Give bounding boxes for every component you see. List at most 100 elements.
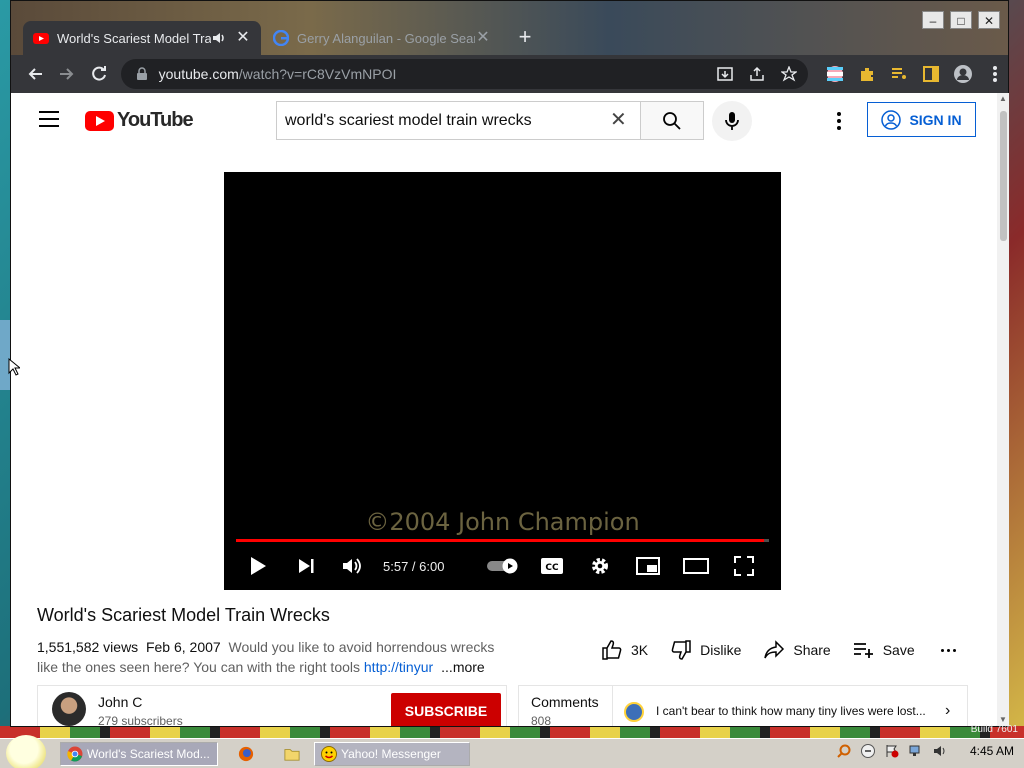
desktop-art-strip (0, 726, 1024, 738)
share-icon[interactable] (746, 63, 768, 85)
share-button[interactable]: Share (763, 640, 831, 660)
description-link[interactable]: http://tinyur (364, 659, 433, 675)
system-clock[interactable]: 4:45 AM (970, 744, 1014, 758)
autoplay-toggle-icon (487, 558, 518, 574)
arrow-right-icon (59, 68, 74, 80)
captions-icon: CC (541, 558, 563, 574)
captions-button[interactable]: CC (538, 552, 566, 580)
taskbar-item-yahoo-messenger[interactable]: Yahoo! Messenger (314, 742, 470, 766)
pride-flag-extension-icon[interactable] (822, 61, 848, 87)
search-input[interactable] (285, 111, 605, 130)
channel-avatar[interactable] (52, 692, 86, 726)
like-count: 3K (631, 642, 649, 658)
browser-toolbar: youtube.com/watch?v=rC8VzVmNPOI (11, 55, 1008, 93)
share-arrow-icon (764, 640, 785, 659)
system-tray: 4:45 AM (836, 743, 1014, 759)
minimize-button[interactable]: – (922, 11, 944, 29)
desktop-sidebar-edge[interactable] (0, 320, 10, 390)
bookmark-star-icon[interactable] (778, 63, 800, 85)
next-button[interactable] (292, 552, 320, 580)
comments-teaser[interactable]: Comments 808 I can't bear to think how m… (518, 685, 968, 726)
more-actions-icon[interactable] (940, 648, 956, 652)
url-host: youtube.com (158, 66, 239, 82)
audio-playing-icon[interactable] (211, 30, 227, 46)
scroll-down-icon[interactable]: ▼ (999, 716, 1007, 724)
gear-icon (592, 558, 608, 574)
miniplayer-icon (636, 557, 660, 575)
search-tray-icon[interactable] (836, 743, 852, 759)
description-line-2[interactable]: like the ones seen here? You can with th… (37, 659, 485, 675)
browser-menu-icon[interactable] (982, 61, 1008, 87)
extensions-puzzle-icon[interactable] (854, 61, 880, 87)
channel-name[interactable]: John C (98, 694, 142, 710)
progress-bar[interactable] (236, 539, 764, 542)
page-scrollbar[interactable]: ▲ ▼ (997, 93, 1009, 726)
address-bar[interactable]: youtube.com/watch?v=rC8VzVmNPOI (120, 59, 808, 89)
theater-mode-button[interactable] (682, 552, 710, 580)
miniplayer-button[interactable] (634, 552, 662, 580)
youtube-header: YouTube ✕ SIGN IN (11, 93, 997, 149)
youtube-logo[interactable]: YouTube (85, 109, 194, 132)
youtube-page: YouTube ✕ SIGN IN ©2004 John Champion (11, 93, 997, 726)
search-button[interactable] (640, 101, 704, 140)
side-panel-icon[interactable] (918, 61, 944, 87)
sign-in-button[interactable]: SIGN IN (867, 102, 976, 137)
voice-search-button[interactable] (712, 101, 752, 141)
tab-strip: World's Scariest Model Train ✕ Gerry Ala… (11, 1, 1008, 55)
close-window-button[interactable]: ✕ (978, 11, 1000, 29)
new-tab-button[interactable]: + (513, 25, 537, 49)
mute-button[interactable] (338, 552, 366, 580)
scrollbar-thumb[interactable] (1000, 111, 1007, 241)
save-button[interactable]: Save (853, 641, 915, 659)
chevron-right-icon[interactable]: › (945, 702, 950, 720)
volume-tray-icon[interactable] (932, 743, 948, 759)
scroll-up-icon[interactable]: ▲ (999, 95, 1007, 103)
hamburger-menu-icon[interactable] (39, 111, 59, 127)
search-box[interactable]: ✕ (276, 101, 640, 140)
taskbar: World's Scariest Mod... Yahoo! Messenger… (0, 735, 1024, 768)
play-icon (251, 557, 266, 575)
maximize-button[interactable]: □ (950, 11, 972, 29)
upload-date: Feb 6, 2007 (145, 639, 221, 655)
description-line-1[interactable]: 1,551,582 views Feb 6, 2007 Would you li… (37, 639, 494, 655)
fullscreen-button[interactable] (730, 552, 758, 580)
video-player[interactable]: ©2004 John Champion 5:57 / 6:00 CC (224, 172, 781, 590)
video-watermark: ©2004 John Champion (365, 508, 640, 536)
yahoo-tray-icon[interactable] (860, 743, 876, 759)
action-center-flag-icon[interactable] (884, 743, 900, 759)
dislike-button[interactable]: Dislike (670, 639, 741, 661)
description-text: like the ones seen here? You can with th… (37, 659, 360, 675)
dislike-label: Dislike (700, 642, 742, 658)
divider (612, 686, 613, 726)
profile-avatar-icon[interactable] (950, 61, 976, 87)
arrow-left-icon (28, 68, 42, 80)
taskbar-item-firefox[interactable] (232, 742, 254, 766)
clear-search-icon[interactable]: ✕ (610, 110, 630, 130)
play-button[interactable] (244, 552, 272, 580)
taskbar-item-chrome[interactable]: World's Scariest Mod... (60, 742, 218, 766)
settings-button[interactable] (586, 552, 614, 580)
autoplay-toggle[interactable] (486, 552, 520, 580)
video-title: World's Scariest Model Train Wrecks (37, 605, 330, 625)
install-icon[interactable] (714, 63, 736, 85)
reload-button[interactable] (83, 58, 115, 90)
start-button[interactable] (6, 735, 46, 768)
tab-google-search[interactable]: Gerry Alanguilan - Google Search ✕ (263, 21, 501, 55)
reload-icon (91, 66, 106, 81)
windows-build-label: Build 7601 (970, 724, 1018, 735)
subscribe-button[interactable]: SUBSCRIBE (391, 693, 501, 726)
view-count: 1,551,582 views (37, 639, 139, 655)
like-button[interactable]: 3K (601, 639, 648, 661)
settings-more-icon[interactable] (831, 109, 847, 133)
close-tab-icon[interactable]: ✕ (235, 30, 251, 46)
taskbar-item-explorer[interactable] (278, 742, 300, 766)
close-tab-icon[interactable]: ✕ (475, 30, 491, 46)
media-queue-icon[interactable] (886, 61, 912, 87)
taskbar-item-label: Yahoo! Messenger (341, 747, 441, 761)
back-button[interactable] (19, 58, 51, 90)
show-more-link[interactable]: ...more (441, 659, 485, 675)
forward-button[interactable] (51, 58, 83, 90)
network-icon[interactable] (908, 743, 924, 759)
chrome-icon (67, 746, 83, 762)
tab-youtube[interactable]: World's Scariest Model Train ✕ (23, 21, 261, 55)
